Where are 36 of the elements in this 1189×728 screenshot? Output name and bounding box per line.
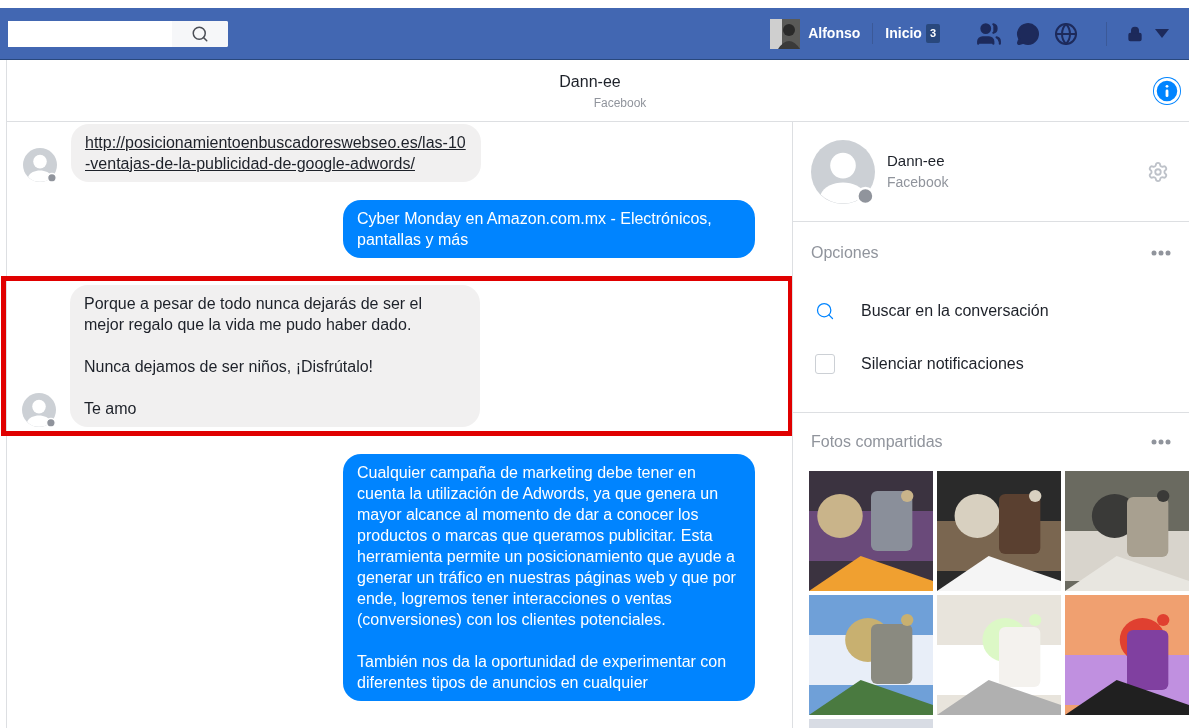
notification-badge: 3: [925, 24, 940, 43]
option-item[interactable]: Buscar en la conversación: [793, 284, 1189, 337]
more-icon[interactable]: [1151, 250, 1171, 256]
more-icon[interactable]: [1151, 439, 1171, 445]
conversation-subtitle: Facebook: [593, 94, 647, 112]
search-icon: [815, 300, 835, 321]
message-text: Cualquier campaña de marketing debe tener en cuenta la utilización de Adwords, ya que genera un mayor alcance al momento de dar a conocer los productos o marcas que queramos publicitar. Esta herramienta permite un posicionamiento que ayude a generar un tráfico en nuestras páginas web y que por ende, logremos tener interacciones o ventas (conversiones) con los clientes potenciales.: [357, 463, 737, 630]
message-text: Cyber Monday en Amazon.com.mx - Electrónicos, pantallas y más: [357, 209, 713, 250]
option-item[interactable]: Silenciar notificaciones: [793, 337, 1189, 390]
contact-name: Dann-ee: [887, 150, 946, 171]
section-title: Opciones: [811, 243, 879, 263]
checkbox[interactable]: [815, 353, 835, 374]
globe-icon[interactable]: [1054, 21, 1078, 46]
contact-source: Facebook: [887, 173, 950, 193]
section-title: Fotos compartidas: [811, 432, 943, 452]
home-link[interactable]: Inicio: [885, 23, 922, 44]
avatar-icon: [23, 148, 57, 182]
search-button[interactable]: [172, 20, 228, 47]
friends-icon[interactable]: [976, 20, 1002, 47]
message-text: Porque a pesar de todo nunca dejarás de ser el mejor regalo que la vida me pudo haber dado.: [84, 294, 423, 335]
option-label: Silenciar notificaciones: [861, 353, 1024, 374]
option-label: Buscar en la conversación: [861, 300, 1049, 321]
avatar-icon: [811, 139, 875, 204]
message-text: También nos da la oportunidad de experimentar con diferentes tipos de anuncios en cualquier: [357, 652, 728, 693]
caret-icon[interactable]: [1155, 29, 1169, 38]
lock-icon[interactable]: [1127, 25, 1143, 42]
info-button[interactable]: [1153, 76, 1181, 105]
message-text: Nunca dejamos de ser niños, ¡Disfrútalo!: [84, 357, 375, 377]
settings-icon[interactable]: [1147, 160, 1169, 183]
message-link[interactable]: http://posicionamientoenbuscadoreswebseo.es/las-10-ventajas-de-la-publicidad-de-google-adwords/: [85, 132, 467, 174]
message-text: Te amo: [84, 399, 138, 419]
search-field[interactable]: [8, 20, 228, 47]
profile-link[interactable]: Alfonso: [808, 23, 874, 44]
search-icon: [191, 24, 209, 43]
conversation-title: Dann-ee: [559, 71, 621, 92]
avatar-icon: [22, 393, 56, 427]
